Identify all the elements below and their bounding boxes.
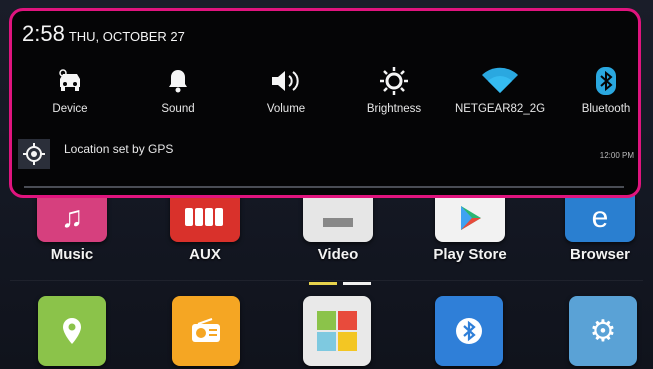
notification-time: 12:00 PM xyxy=(599,151,634,160)
play-store-icon xyxy=(435,194,505,242)
shade-handle[interactable] xyxy=(24,186,624,188)
app-label: Play Store xyxy=(433,246,507,263)
bluetooth-icon xyxy=(435,296,503,366)
bell-icon xyxy=(128,65,228,97)
quick-setting-label: Device xyxy=(52,103,88,115)
quick-setting-label: Brightness xyxy=(366,103,422,115)
app-radio[interactable] xyxy=(166,296,246,366)
bluetooth-icon xyxy=(556,65,653,97)
quick-setting-brightness[interactable]: Brightness xyxy=(344,65,444,115)
app-bluetooth[interactable] xyxy=(429,296,509,366)
clock-date: THU, OCTOBER 27 xyxy=(68,29,185,44)
quick-setting-label: Bluetooth xyxy=(581,103,631,115)
music-icon: ♫ xyxy=(37,194,107,242)
notification-gps[interactable]: Location set by GPS 12:00 PM xyxy=(18,139,638,169)
app-label: Video xyxy=(317,246,359,263)
quick-setting-sound[interactable]: Sound xyxy=(128,65,228,115)
gallery-icon xyxy=(303,296,371,366)
car-icon xyxy=(20,65,120,97)
quick-setting-label: Volume xyxy=(266,103,306,115)
radio-icon xyxy=(172,296,240,366)
android-home-screen: ♫ Music AUX ▬ Video Play Store e Browser… xyxy=(0,0,653,369)
sun-icon xyxy=(344,65,444,97)
clock-time: 2:58 xyxy=(22,21,65,46)
page-indicator xyxy=(309,272,377,290)
app-music[interactable]: ♫ Music xyxy=(32,194,112,263)
app-video[interactable]: ▬ Video xyxy=(298,194,378,263)
app-maps[interactable] xyxy=(32,296,112,366)
notification-shade[interactable]: 2:58 THU, OCTOBER 27 Device Sound Volume … xyxy=(9,8,641,198)
page-dot xyxy=(343,282,371,285)
app-row-2: ⚙ xyxy=(0,296,653,369)
browser-icon: e xyxy=(565,194,635,242)
gps-icon xyxy=(18,139,50,169)
quick-setting-device[interactable]: Device xyxy=(20,65,120,115)
divider xyxy=(10,280,643,281)
app-aux[interactable]: AUX xyxy=(165,194,245,263)
video-icon: ▬ xyxy=(303,194,373,242)
aux-icon xyxy=(170,194,240,242)
app-settings[interactable]: ⚙ xyxy=(563,296,643,366)
app-browser[interactable]: e Browser xyxy=(560,194,640,263)
app-label: Browser xyxy=(569,246,631,263)
wifi-icon xyxy=(450,65,550,97)
app-label: Music xyxy=(50,246,94,263)
app-gallery[interactable] xyxy=(297,296,377,366)
quick-setting-label: Sound xyxy=(161,103,195,115)
page-dot-active xyxy=(309,282,337,285)
quick-setting-label: NETGEAR82_2G xyxy=(454,103,546,115)
app-play-store[interactable]: Play Store xyxy=(430,194,510,263)
quick-setting-wifi[interactable]: NETGEAR82_2G xyxy=(450,65,550,115)
status-clock: 2:58 THU, OCTOBER 27 xyxy=(22,21,185,47)
app-label: AUX xyxy=(189,246,221,263)
speaker-icon xyxy=(236,65,336,97)
notification-text: Location set by GPS xyxy=(64,142,174,156)
quick-setting-bluetooth[interactable]: Bluetooth xyxy=(556,65,653,115)
maps-icon xyxy=(38,296,106,366)
app-row-1: ♫ Music AUX ▬ Video Play Store e Browser xyxy=(0,194,653,274)
quick-setting-volume[interactable]: Volume xyxy=(236,65,336,115)
settings-icon: ⚙ xyxy=(569,296,637,366)
